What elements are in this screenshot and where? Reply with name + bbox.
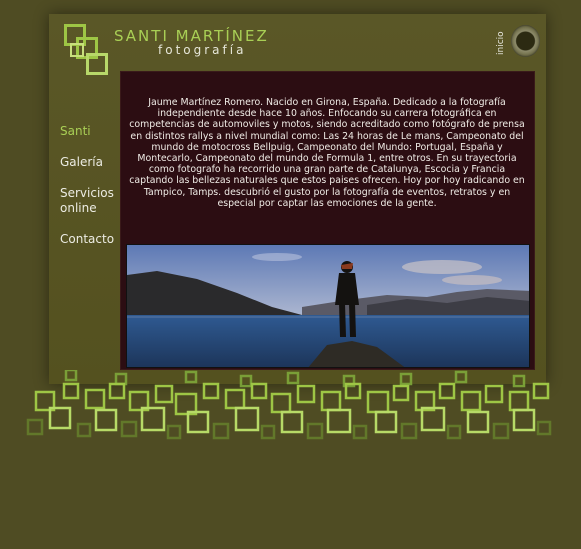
- logo-squares-icon[interactable]: [64, 24, 114, 86]
- inicio-link-label[interactable]: inicio: [496, 28, 508, 58]
- decorative-squares-pattern: [26, 370, 552, 440]
- landscape-photo: [126, 244, 530, 368]
- nav-item-servicios-online[interactable]: Servicios online: [60, 186, 120, 216]
- main-nav: Santi Galería Servicios online Contacto: [60, 124, 124, 263]
- brand-subtitle: fotografía: [158, 43, 247, 57]
- nav-item-santi[interactable]: Santi: [60, 124, 124, 139]
- ring-home-icon[interactable]: [511, 25, 540, 57]
- nav-item-galeria[interactable]: Galería: [60, 155, 124, 170]
- bio-text: Jaume Martínez Romero. Nacido en Girona,…: [129, 97, 525, 209]
- nav-item-contacto[interactable]: Contacto: [60, 232, 124, 247]
